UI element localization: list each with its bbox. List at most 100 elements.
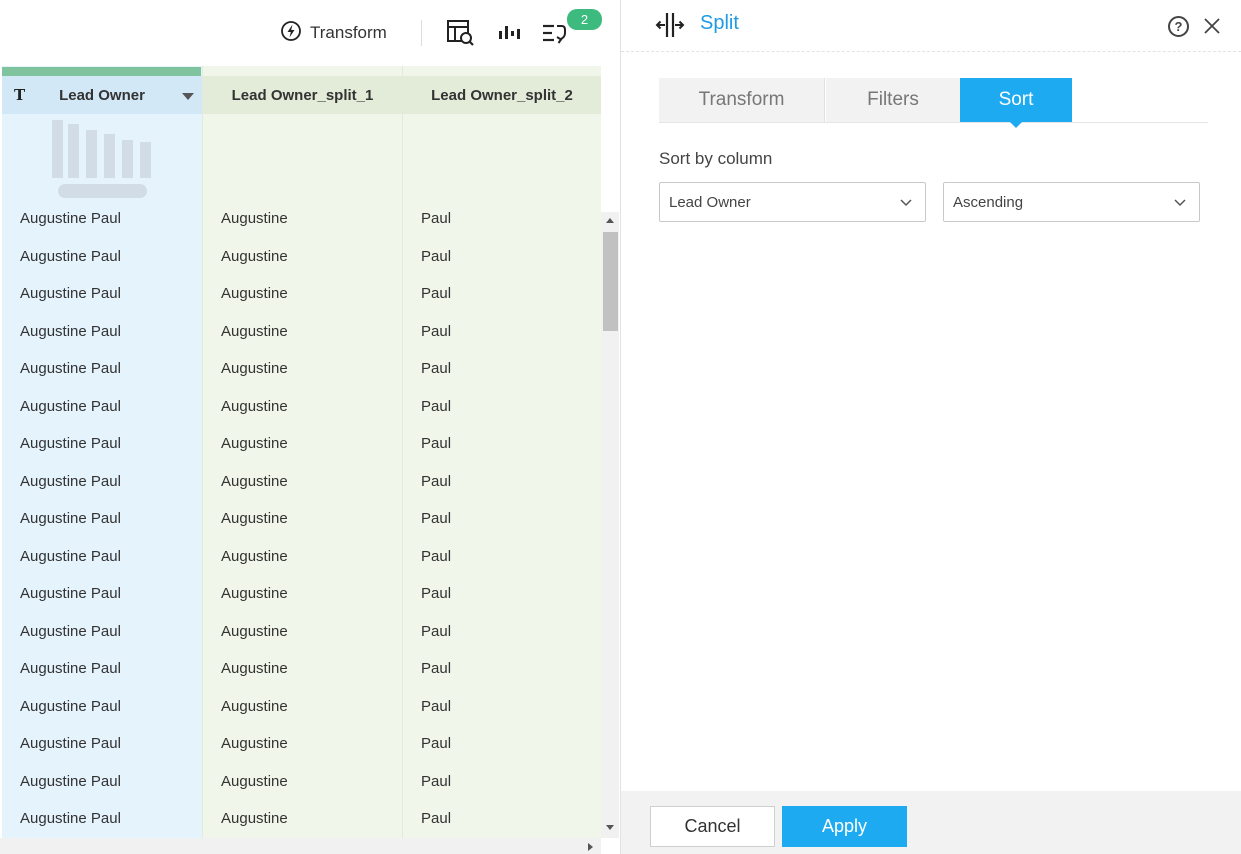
table-cell[interactable]: Augustine Paul xyxy=(2,613,202,651)
sort-by-column-label: Sort by column xyxy=(659,149,773,168)
column-header[interactable]: T Lead Owner xyxy=(2,76,202,114)
column-quality-bar xyxy=(2,67,201,76)
table-cell[interactable]: Paul xyxy=(403,575,601,613)
column-header-label: Lead Owner_split_2 xyxy=(431,86,573,104)
table-cell[interactable]: Augustine xyxy=(203,388,402,426)
table-cell[interactable]: Augustine xyxy=(203,425,402,463)
table-cell[interactable]: Augustine xyxy=(203,613,402,651)
table-cell[interactable]: Augustine xyxy=(203,575,402,613)
table-cell[interactable]: Augustine Paul xyxy=(2,463,202,501)
table-cell[interactable]: Augustine xyxy=(203,800,402,838)
table-cell[interactable]: Augustine Paul xyxy=(2,275,202,313)
table-cell[interactable]: Augustine xyxy=(203,688,402,726)
table-cell[interactable]: Augustine Paul xyxy=(2,688,202,726)
table-cell[interactable]: Paul xyxy=(403,688,601,726)
split-panel: Split ? Transform Filters Sort Sort by c… xyxy=(621,0,1241,854)
table-cell[interactable]: Augustine xyxy=(203,238,402,276)
tab-filters[interactable]: Filters xyxy=(826,78,960,122)
table-cell[interactable]: Paul xyxy=(403,200,601,238)
column-lead-owner-split-2[interactable]: Lead Owner_split_2 Paul Paul Paul Paul Paul P… xyxy=(402,66,601,838)
toolbar-divider xyxy=(421,20,422,46)
column-menu-caret-icon[interactable] xyxy=(182,93,194,100)
column-header-label: Lead Owner_split_1 xyxy=(231,86,374,104)
table-cell[interactable]: Paul xyxy=(403,650,601,688)
table-cell[interactable]: Augustine xyxy=(203,725,402,763)
transform-button[interactable]: Transform xyxy=(280,20,387,46)
table-cell[interactable]: Paul xyxy=(403,725,601,763)
sort-column-value: Lead Owner xyxy=(669,193,751,211)
table-cell[interactable]: Paul xyxy=(403,500,601,538)
profile-bars-icon[interactable] xyxy=(495,19,525,47)
tab-transform[interactable]: Transform xyxy=(659,78,825,122)
column-lead-owner[interactable]: T Lead Owner Augustine Paul Augustine Pau… xyxy=(2,66,202,838)
cancel-button[interactable]: Cancel xyxy=(650,806,775,847)
split-column-icon xyxy=(655,11,685,39)
table-cell[interactable]: Augustine Paul xyxy=(2,313,202,351)
column-header[interactable]: Lead Owner_split_1 xyxy=(203,76,402,114)
scroll-up-icon[interactable] xyxy=(606,218,614,223)
table-cell[interactable]: Augustine xyxy=(203,350,402,388)
table-cell[interactable]: Augustine xyxy=(203,275,402,313)
data-grid-area: Transform 2 T Lead Owner Augustine Paul … xyxy=(0,0,620,854)
sort-order-value: Ascending xyxy=(953,193,1024,211)
panel-tabs: Transform Filters Sort xyxy=(659,78,1208,128)
sort-order-select[interactable]: Ascending xyxy=(943,182,1200,222)
table-cell[interactable]: Paul xyxy=(403,538,601,576)
table-cell[interactable]: Paul xyxy=(403,313,601,351)
table-cell[interactable]: Paul xyxy=(403,613,601,651)
table-cell[interactable]: Paul xyxy=(403,350,601,388)
table-cell[interactable]: Augustine xyxy=(203,538,402,576)
chevron-down-icon xyxy=(900,199,912,207)
table-cell[interactable]: Augustine xyxy=(203,763,402,801)
chevron-down-icon xyxy=(1174,199,1186,207)
scroll-thumb[interactable] xyxy=(603,232,618,331)
table-cell[interactable]: Augustine Paul xyxy=(2,575,202,613)
tab-sort[interactable]: Sort xyxy=(960,78,1072,128)
table-cell[interactable]: Augustine Paul xyxy=(2,388,202,426)
panel-footer: Cancel Apply xyxy=(621,791,1241,854)
table-cell[interactable]: Augustine xyxy=(203,650,402,688)
table-cell[interactable]: Augustine xyxy=(203,313,402,351)
table-cell[interactable]: Augustine Paul xyxy=(2,725,202,763)
apply-button[interactable]: Apply xyxy=(782,806,907,847)
table-cell[interactable]: Paul xyxy=(403,275,601,313)
column-histogram-icon xyxy=(52,120,162,200)
table-cell[interactable]: Augustine xyxy=(203,463,402,501)
help-icon[interactable]: ? xyxy=(1168,16,1189,37)
vertical-scrollbar[interactable] xyxy=(601,212,619,838)
scroll-right-icon[interactable] xyxy=(588,843,593,851)
table-cell[interactable]: Augustine Paul xyxy=(2,800,202,838)
grid-toolbar: Transform 2 xyxy=(0,0,620,66)
table-cell[interactable]: Paul xyxy=(403,800,601,838)
table-cell[interactable]: Augustine Paul xyxy=(2,650,202,688)
table-search-icon[interactable] xyxy=(446,19,476,47)
table-cell[interactable]: Augustine Paul xyxy=(2,763,202,801)
table-cell[interactable]: Paul xyxy=(403,763,601,801)
table-cell[interactable]: Paul xyxy=(403,238,601,276)
table-cell[interactable]: Augustine xyxy=(203,200,402,238)
column-cells: Paul Paul Paul Paul Paul Paul Paul Paul Paul Paul… xyxy=(403,200,601,838)
panel-header: Split ? xyxy=(621,0,1241,52)
table-cell[interactable]: Augustine Paul xyxy=(2,500,202,538)
table-cell[interactable]: Augustine Paul xyxy=(2,200,202,238)
table-cell[interactable]: Paul xyxy=(403,463,601,501)
table-cell[interactable]: Paul xyxy=(403,425,601,463)
sort-column-select[interactable]: Lead Owner xyxy=(659,182,926,222)
column-cells: Augustine Paul Augustine Paul Augustine Pa… xyxy=(2,200,202,838)
table-cell[interactable]: Augustine Paul xyxy=(2,538,202,576)
column-lead-owner-split-1[interactable]: Lead Owner_split_1 Augustine Augustine Aug… xyxy=(202,66,402,838)
table-cell[interactable]: Augustine Paul xyxy=(2,238,202,276)
table-cell[interactable]: Augustine xyxy=(203,500,402,538)
column-cells: Augustine Augustine Augustine Augustine Augu… xyxy=(203,200,402,838)
applied-steps-icon[interactable] xyxy=(539,19,569,47)
column-header[interactable]: Lead Owner_split_2 xyxy=(403,76,601,114)
table-cell[interactable]: Paul xyxy=(403,388,601,426)
table-cell[interactable]: Augustine Paul xyxy=(2,425,202,463)
close-icon[interactable] xyxy=(1202,16,1222,36)
column-header-label: Lead Owner xyxy=(59,86,145,104)
panel-title: Split xyxy=(700,12,739,34)
transform-label: Transform xyxy=(310,23,387,42)
table-cell[interactable]: Augustine Paul xyxy=(2,350,202,388)
scroll-down-icon[interactable] xyxy=(606,825,614,830)
horizontal-scrollbar[interactable] xyxy=(0,838,601,854)
